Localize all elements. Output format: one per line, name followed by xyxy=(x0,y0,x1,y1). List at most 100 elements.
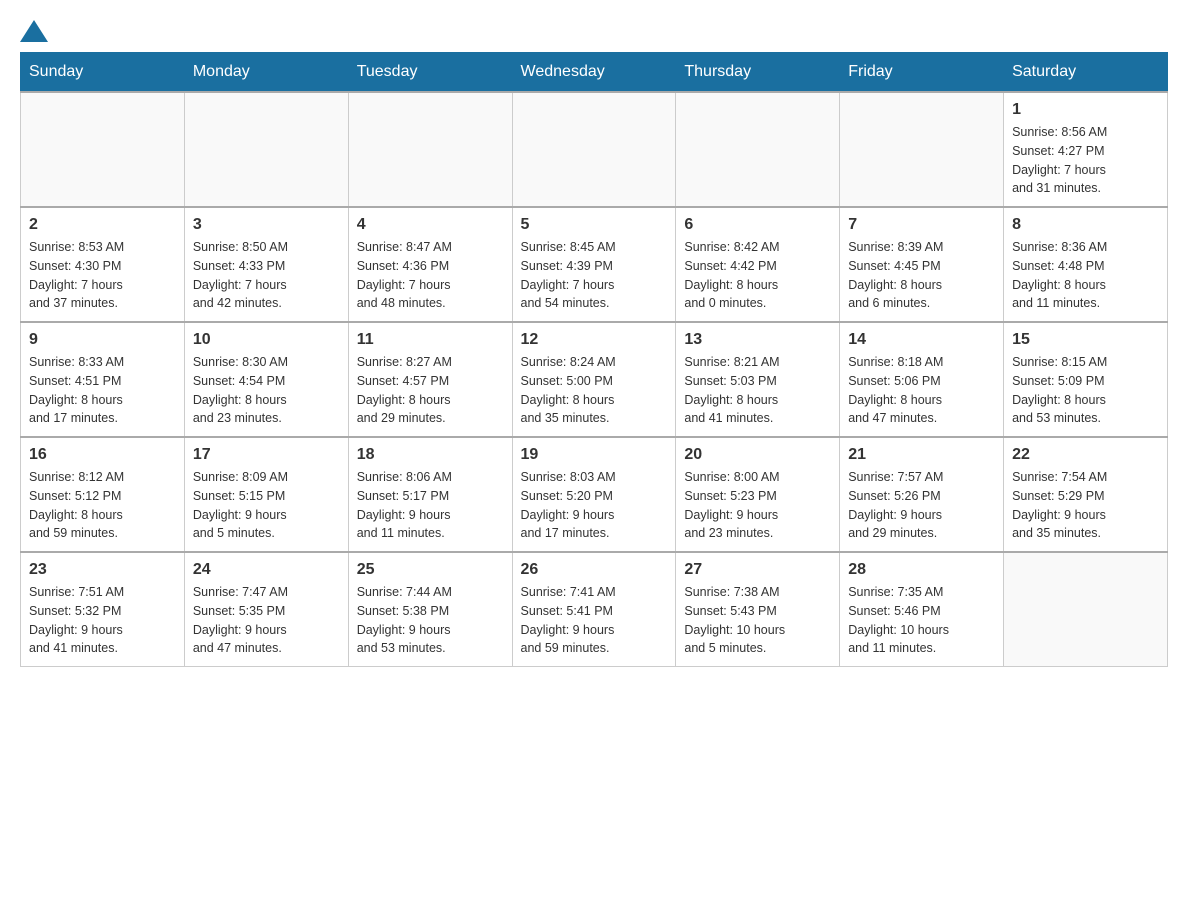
calendar-cell: 9 Sunrise: 8:33 AM Sunset: 4:51 PM Daylig… xyxy=(21,322,185,437)
day-number: 3 xyxy=(193,216,340,234)
calendar-cell xyxy=(348,92,512,207)
day-number: 8 xyxy=(1012,216,1159,234)
calendar-cell: 1 Sunrise: 8:56 AM Sunset: 4:27 PM Daylig… xyxy=(1004,92,1168,207)
day-number: 9 xyxy=(29,331,176,349)
day-info: Sunrise: 8:30 AM Sunset: 4:54 PM Dayligh… xyxy=(193,353,340,428)
day-number: 19 xyxy=(521,446,668,464)
day-number: 23 xyxy=(29,561,176,579)
day-number: 12 xyxy=(521,331,668,349)
calendar-cell: 26 Sunrise: 7:41 AM Sunset: 5:41 PM Dayli… xyxy=(512,552,676,667)
day-number: 21 xyxy=(848,446,995,464)
calendar-cell: 14Sunrise: 8:18 AM Sunset: 5:06 PM Dayli… xyxy=(840,322,1004,437)
calendar-cell: 13 Sunrise: 8:21 AM Sunset: 5:03 PM Dayli… xyxy=(676,322,840,437)
calendar-cell xyxy=(676,92,840,207)
day-number: 7 xyxy=(848,216,995,234)
calendar-cell: 25 Sunrise: 7:44 AM Sunset: 5:38 PM Dayli… xyxy=(348,552,512,667)
day-info: Sunrise: 8:53 AM Sunset: 4:30 PM Dayligh… xyxy=(29,238,176,313)
day-of-week-header: Saturday xyxy=(1004,53,1168,93)
day-number: 16 xyxy=(29,446,176,464)
day-number: 2 xyxy=(29,216,176,234)
calendar-cell: 22 Sunrise: 7:54 AM Sunset: 5:29 PM Dayli… xyxy=(1004,437,1168,552)
calendar-cell: 18 Sunrise: 8:06 AM Sunset: 5:17 PM Dayli… xyxy=(348,437,512,552)
calendar-cell: 7 Sunrise: 8:39 AM Sunset: 4:45 PM Daylig… xyxy=(840,207,1004,322)
logo xyxy=(20,20,50,42)
day-info: Sunrise: 8:09 AM Sunset: 5:15 PM Dayligh… xyxy=(193,468,340,543)
day-info: Sunrise: 8:00 AM Sunset: 5:23 PM Dayligh… xyxy=(684,468,831,543)
calendar-cell: 24Sunrise: 7:47 AM Sunset: 5:35 PM Dayli… xyxy=(184,552,348,667)
calendar-cell: 17 Sunrise: 8:09 AM Sunset: 5:15 PM Dayli… xyxy=(184,437,348,552)
day-info: Sunrise: 7:57 AM Sunset: 5:26 PM Dayligh… xyxy=(848,468,995,543)
calendar-cell: 4Sunrise: 8:47 AM Sunset: 4:36 PM Daylig… xyxy=(348,207,512,322)
day-info: Sunrise: 8:24 AM Sunset: 5:00 PM Dayligh… xyxy=(521,353,668,428)
day-number: 10 xyxy=(193,331,340,349)
day-number: 1 xyxy=(1012,101,1159,119)
day-number: 18 xyxy=(357,446,504,464)
page-header xyxy=(20,20,1168,42)
calendar-cell xyxy=(840,92,1004,207)
day-info: Sunrise: 7:41 AM Sunset: 5:41 PM Dayligh… xyxy=(521,583,668,658)
day-of-week-header: Monday xyxy=(184,53,348,93)
day-number: 24 xyxy=(193,561,340,579)
day-number: 4 xyxy=(357,216,504,234)
day-info: Sunrise: 8:03 AM Sunset: 5:20 PM Dayligh… xyxy=(521,468,668,543)
day-info: Sunrise: 8:27 AM Sunset: 4:57 PM Dayligh… xyxy=(357,353,504,428)
day-info: Sunrise: 7:51 AM Sunset: 5:32 PM Dayligh… xyxy=(29,583,176,658)
day-info: Sunrise: 8:36 AM Sunset: 4:48 PM Dayligh… xyxy=(1012,238,1159,313)
calendar-table: SundayMondayTuesdayWednesdayThursdayFrid… xyxy=(20,52,1168,667)
day-info: Sunrise: 7:44 AM Sunset: 5:38 PM Dayligh… xyxy=(357,583,504,658)
calendar-cell: 10 Sunrise: 8:30 AM Sunset: 4:54 PM Dayli… xyxy=(184,322,348,437)
day-number: 25 xyxy=(357,561,504,579)
calendar-cell: 20 Sunrise: 8:00 AM Sunset: 5:23 PM Dayli… xyxy=(676,437,840,552)
week-row: 16 Sunrise: 8:12 AM Sunset: 5:12 PM Dayli… xyxy=(21,437,1168,552)
day-number: 13 xyxy=(684,331,831,349)
day-number: 27 xyxy=(684,561,831,579)
day-number: 6 xyxy=(684,216,831,234)
calendar-cell: 6 Sunrise: 8:42 AM Sunset: 4:42 PM Daylig… xyxy=(676,207,840,322)
calendar-cell: 12 Sunrise: 8:24 AM Sunset: 5:00 PM Dayli… xyxy=(512,322,676,437)
calendar-cell: 21 Sunrise: 7:57 AM Sunset: 5:26 PM Dayli… xyxy=(840,437,1004,552)
calendar-cell xyxy=(21,92,185,207)
day-info: Sunrise: 8:06 AM Sunset: 5:17 PM Dayligh… xyxy=(357,468,504,543)
day-info: Sunrise: 8:21 AM Sunset: 5:03 PM Dayligh… xyxy=(684,353,831,428)
calendar-cell xyxy=(512,92,676,207)
day-number: 15 xyxy=(1012,331,1159,349)
day-info: Sunrise: 8:45 AM Sunset: 4:39 PM Dayligh… xyxy=(521,238,668,313)
day-of-week-header: Tuesday xyxy=(348,53,512,93)
day-info: Sunrise: 8:15 AM Sunset: 5:09 PM Dayligh… xyxy=(1012,353,1159,428)
day-info: Sunrise: 8:12 AM Sunset: 5:12 PM Dayligh… xyxy=(29,468,176,543)
days-of-week-row: SundayMondayTuesdayWednesdayThursdayFrid… xyxy=(21,53,1168,93)
calendar-cell: 16 Sunrise: 8:12 AM Sunset: 5:12 PM Dayli… xyxy=(21,437,185,552)
day-info: Sunrise: 8:56 AM Sunset: 4:27 PM Dayligh… xyxy=(1012,123,1159,198)
day-of-week-header: Friday xyxy=(840,53,1004,93)
day-of-week-header: Sunday xyxy=(21,53,185,93)
calendar-cell: 15 Sunrise: 8:15 AM Sunset: 5:09 PM Dayli… xyxy=(1004,322,1168,437)
calendar-cell: 5 Sunrise: 8:45 AM Sunset: 4:39 PM Daylig… xyxy=(512,207,676,322)
day-info: Sunrise: 7:35 AM Sunset: 5:46 PM Dayligh… xyxy=(848,583,995,658)
day-info: Sunrise: 8:33 AM Sunset: 4:51 PM Dayligh… xyxy=(29,353,176,428)
day-info: Sunrise: 7:38 AM Sunset: 5:43 PM Dayligh… xyxy=(684,583,831,658)
day-number: 26 xyxy=(521,561,668,579)
day-number: 22 xyxy=(1012,446,1159,464)
calendar-cell: 27 Sunrise: 7:38 AM Sunset: 5:43 PM Dayli… xyxy=(676,552,840,667)
day-info: Sunrise: 8:42 AM Sunset: 4:42 PM Dayligh… xyxy=(684,238,831,313)
day-number: 5 xyxy=(521,216,668,234)
day-number: 28 xyxy=(848,561,995,579)
day-info: Sunrise: 7:54 AM Sunset: 5:29 PM Dayligh… xyxy=(1012,468,1159,543)
logo-blue-text xyxy=(20,20,50,42)
week-row: 2 Sunrise: 8:53 AM Sunset: 4:30 PM Daylig… xyxy=(21,207,1168,322)
calendar-cell: 28 Sunrise: 7:35 AM Sunset: 5:46 PM Dayli… xyxy=(840,552,1004,667)
day-of-week-header: Wednesday xyxy=(512,53,676,93)
day-number: 17 xyxy=(193,446,340,464)
week-row: 9 Sunrise: 8:33 AM Sunset: 4:51 PM Daylig… xyxy=(21,322,1168,437)
week-row: 1 Sunrise: 8:56 AM Sunset: 4:27 PM Daylig… xyxy=(21,92,1168,207)
day-number: 20 xyxy=(684,446,831,464)
calendar-cell: 11Sunrise: 8:27 AM Sunset: 4:57 PM Dayli… xyxy=(348,322,512,437)
calendar-cell: 8 Sunrise: 8:36 AM Sunset: 4:48 PM Daylig… xyxy=(1004,207,1168,322)
logo-triangle-icon xyxy=(20,20,48,42)
calendar-cell xyxy=(1004,552,1168,667)
day-info: Sunrise: 8:39 AM Sunset: 4:45 PM Dayligh… xyxy=(848,238,995,313)
calendar-cell xyxy=(184,92,348,207)
calendar-cell: 19 Sunrise: 8:03 AM Sunset: 5:20 PM Dayli… xyxy=(512,437,676,552)
week-row: 23 Sunrise: 7:51 AM Sunset: 5:32 PM Dayli… xyxy=(21,552,1168,667)
day-info: Sunrise: 8:18 AM Sunset: 5:06 PM Dayligh… xyxy=(848,353,995,428)
